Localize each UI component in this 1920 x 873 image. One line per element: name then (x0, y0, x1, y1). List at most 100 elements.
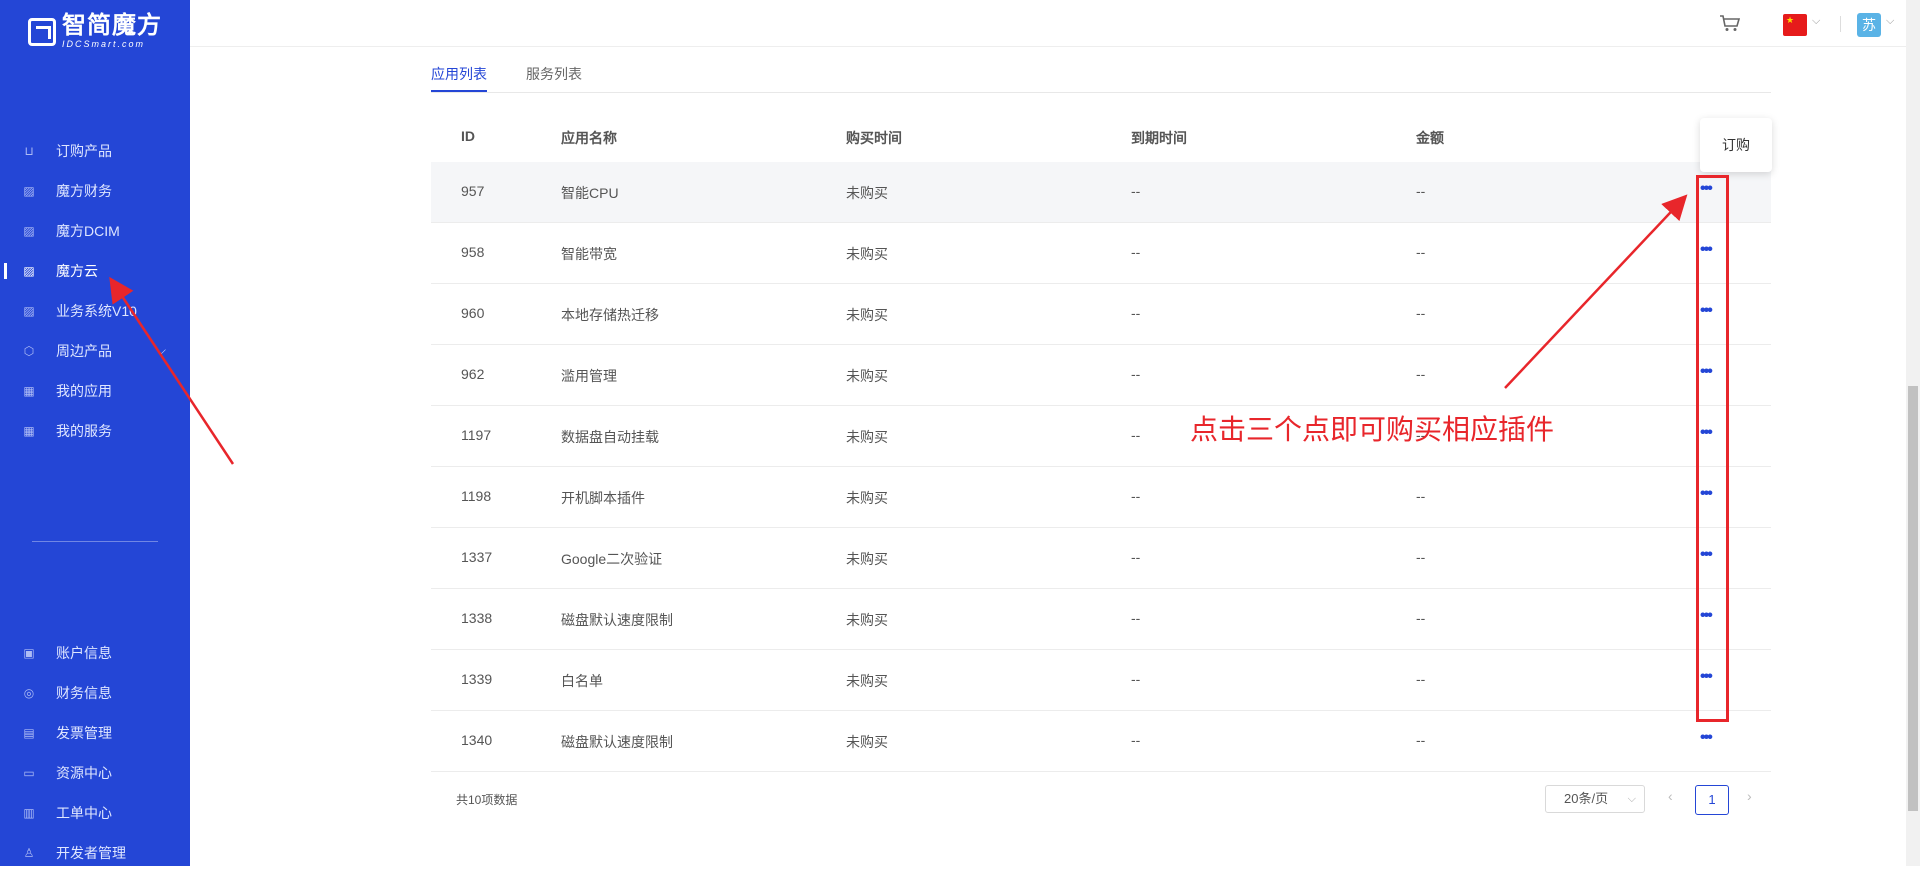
cell-amount: -- (1416, 366, 1426, 382)
cell-expire: -- (1131, 671, 1141, 687)
sidebar-item-main-5[interactable]: ⬡ 周边产品 ⌵ (0, 331, 190, 371)
table-row: 1337 Google二次验证 未购买 -- -- ••• (431, 528, 1771, 589)
cell-buy: 未购买 (846, 551, 888, 567)
cell-buy: 未购买 (846, 429, 888, 445)
sidebar-item-account-0[interactable]: ▣ 账户信息 (0, 633, 190, 673)
cell-id: 960 (461, 305, 485, 321)
cell-buy: 未购买 (846, 307, 888, 323)
cell-expire: -- (1131, 427, 1141, 443)
cell-name: 本地存储热迁移 (561, 307, 659, 323)
yen-icon: ◎ (23, 686, 35, 700)
cell-expire: -- (1131, 183, 1141, 199)
cell-buy: 未购买 (846, 368, 888, 384)
app-table: ID 应用名称 购买时间 到期时间 金额 957 智能CPU 未购买 -- -- ••• 9… (431, 110, 1771, 772)
next-page-icon[interactable]: › (1747, 788, 1752, 804)
cell-amount: -- (1416, 305, 1426, 321)
brand-logo[interactable]: 智简魔方 IDCSmart.com (28, 14, 162, 49)
cart-icon[interactable] (1719, 14, 1741, 32)
chevron-down-icon[interactable]: ⌵ (1886, 15, 1894, 28)
table-body: 957 智能CPU 未购买 -- -- ••• 958 智能带宽 未购买 -- -- ••• 960 本地… (431, 162, 1771, 772)
cell-buy: 未购买 (846, 490, 888, 506)
grid-icon: ▦ (23, 424, 35, 438)
column-header-id: ID (461, 128, 475, 144)
sidebar-item-label: 业务系统V10 (56, 303, 137, 319)
sidebar-item-main-2[interactable]: ▨ 魔方DCIM (0, 211, 190, 251)
invoice-icon: ▤ (23, 726, 35, 740)
cell-amount: -- (1416, 610, 1426, 626)
cell-amount: -- (1416, 549, 1426, 565)
sidebar-item-main-0[interactable]: ⊔ 订购产品 (0, 131, 190, 171)
cell-expire: -- (1131, 244, 1141, 260)
sidebar-item-label: 周边产品 (56, 343, 112, 359)
sidebar-item-label: 魔方DCIM (56, 223, 120, 239)
header-divider (1840, 16, 1841, 32)
sidebar-item-main-6[interactable]: ▦ 我的应用 (0, 371, 190, 411)
sidebar-item-account-2[interactable]: ▤ 发票管理 (0, 713, 190, 753)
total-count: 共10项数据 (456, 793, 518, 807)
ticket-icon: ▥ (23, 806, 35, 820)
prev-page-icon[interactable]: ‹ (1668, 788, 1673, 804)
table-row: 1338 磁盘默认速度限制 未购买 -- -- ••• (431, 589, 1771, 650)
sidebar-item-account-5[interactable]: ♙ 开发者管理 (0, 833, 190, 873)
user-card-icon: ▣ (23, 646, 35, 660)
folder-icon: ▭ (23, 766, 35, 780)
sidebar-item-account-1[interactable]: ◎ 财务信息 (0, 673, 190, 713)
table-row: 962 滥用管理 未购买 -- -- ••• (431, 345, 1771, 406)
table-row: 1339 白名单 未购买 -- -- ••• (431, 650, 1771, 711)
cell-id: 962 (461, 366, 485, 382)
chevron-down-icon[interactable]: ⌵ (1812, 15, 1820, 28)
tab-app-list[interactable]: 应用列表 (431, 64, 487, 84)
cell-amount: -- (1416, 732, 1426, 748)
more-actions-icon[interactable]: ••• (1700, 730, 1713, 746)
brand-subtitle: IDCSmart.com (62, 39, 146, 49)
cell-id: 1197 (461, 427, 492, 443)
sidebar-item-main-7[interactable]: ▦ 我的服务 (0, 411, 190, 451)
sidebar-item-main-1[interactable]: ▨ 魔方财务 (0, 171, 190, 211)
order-popover[interactable]: 订购 (1700, 118, 1772, 172)
cell-name: 数据盘自动挂载 (561, 429, 659, 445)
sidebar-item-label: 账户信息 (56, 645, 112, 661)
cell-id: 1339 (461, 671, 493, 687)
annotation-text: 点击三个点即可购买相应插件 (1190, 414, 1555, 445)
sidebar-item-label: 我的服务 (56, 423, 112, 439)
avatar[interactable]: 苏 (1857, 13, 1881, 37)
cell-amount: -- (1416, 671, 1426, 687)
table-row: 958 智能带宽 未购买 -- -- ••• (431, 223, 1771, 284)
sidebar-item-main-4[interactable]: ▨ 业务系统V10 (0, 291, 190, 331)
sidebar-item-main-3[interactable]: ▨ 魔方云 (0, 251, 190, 291)
sidebar-item-label: 魔方云 (56, 263, 98, 279)
sidebar-item-account-4[interactable]: ▥ 工单中心 (0, 793, 190, 833)
cell-buy: 未购买 (846, 185, 888, 201)
sidebar-item-label: 开发者管理 (56, 845, 126, 861)
cell-id: 1338 (461, 610, 493, 626)
sidebar-item-account-3[interactable]: ▭ 资源中心 (0, 753, 190, 793)
page-size-select[interactable]: 20条/页 ⌵ (1545, 785, 1645, 813)
table-row: 1198 开机脚本插件 未购买 -- -- ••• (431, 467, 1771, 528)
chevron-down-icon[interactable]: ⌵ (157, 343, 166, 358)
cell-id: 1340 (461, 732, 493, 748)
column-header-name: 应用名称 (561, 130, 617, 146)
logo-icon: ▨ (23, 184, 35, 198)
sidebar-item-label: 发票管理 (56, 725, 112, 741)
cell-name: 智能CPU (561, 185, 619, 201)
sidebar-divider (32, 541, 158, 542)
sidebar-item-label: 资源中心 (56, 765, 112, 781)
order-menu-item[interactable]: 订购 (1722, 137, 1750, 153)
sidebar-item-label: 我的应用 (56, 383, 112, 399)
scrollbar[interactable] (1906, 0, 1920, 866)
tab-active-indicator (431, 90, 487, 92)
logo-icon: ▨ (23, 264, 35, 278)
language-flag-icon[interactable] (1783, 14, 1807, 36)
table-row: 1197 数据盘自动挂载 未购买 -- -- ••• (431, 406, 1771, 467)
sidebar-item-label: 财务信息 (56, 685, 112, 701)
cell-expire: -- (1131, 305, 1141, 321)
column-header-expire-time: 到期时间 (1131, 130, 1187, 146)
cell-name: 滥用管理 (561, 368, 617, 384)
scrollbar-thumb[interactable] (1908, 386, 1918, 811)
tab-service-list[interactable]: 服务列表 (526, 64, 582, 84)
cell-expire: -- (1131, 549, 1141, 565)
sidebar: 智简魔方 IDCSmart.com ⊔ 订购产品 ▨ 魔方财务 ▨ 魔方DCIM ▨ 魔方云 ▨… (0, 0, 190, 866)
page-number-current[interactable]: 1 (1695, 785, 1729, 815)
logo-icon: ▨ (23, 304, 35, 318)
sidebar-item-label: 工单中心 (56, 805, 112, 821)
